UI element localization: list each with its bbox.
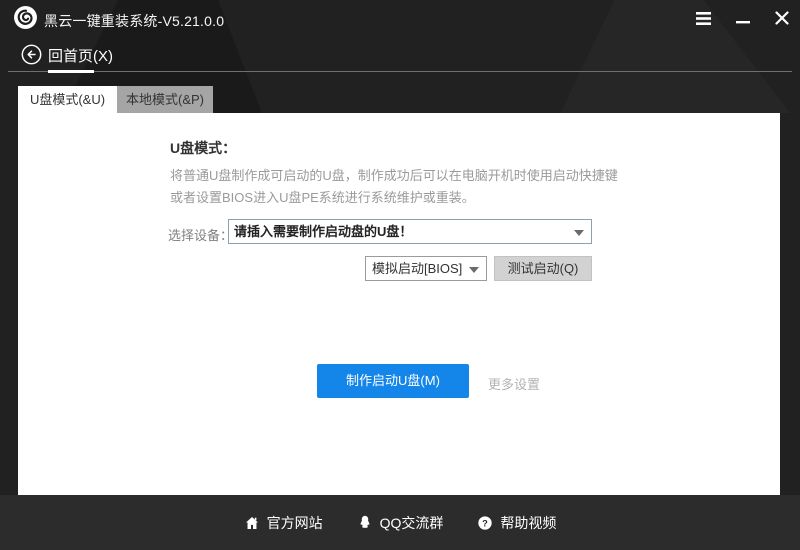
description-line-1: 将普通U盘制作成可启动的U盘，制作成功后可以在电脑开机时使用启动快捷键 <box>170 165 618 184</box>
official-website-label: 官方网站 <box>267 513 323 533</box>
qq-group-link[interactable]: QQ交流群 <box>357 513 444 533</box>
back-home-underline <box>48 70 94 73</box>
chevron-down-icon <box>574 230 584 236</box>
device-select-dropdown[interactable]: 请插入需要制作启动盘的U盘！ <box>228 219 592 244</box>
home-icon <box>244 515 260 531</box>
menu-icon[interactable] <box>692 7 714 29</box>
close-icon[interactable] <box>771 7 793 29</box>
back-home-button[interactable]: 回首页(X) <box>48 45 113 66</box>
header-divider <box>8 71 792 72</box>
content-panel: U盘模式： 将普通U盘制作成可启动的U盘，制作成功后可以在电脑开机时使用启动快捷… <box>18 113 780 495</box>
boot-mode-value: 模拟启动[BIOS] <box>372 261 462 276</box>
section-heading: U盘模式： <box>170 138 236 158</box>
boot-mode-dropdown[interactable]: 模拟启动[BIOS] <box>365 256 487 281</box>
official-website-link[interactable]: 官方网站 <box>244 513 323 533</box>
device-select-value: 请插入需要制作启动盘的U盘！ <box>234 224 412 239</box>
make-usb-button[interactable]: 制作启动U盘(M) <box>317 364 469 398</box>
tab-usb-mode[interactable]: U盘模式(&U) <box>18 86 117 113</box>
help-videos-label: 帮助视频 <box>500 513 556 533</box>
chevron-down-icon <box>469 267 479 273</box>
help-videos-link[interactable]: ? 帮助视频 <box>477 513 556 533</box>
device-select-label: 选择设备： <box>168 225 233 244</box>
tab-local-mode[interactable]: 本地模式(&P) <box>117 86 213 113</box>
footer-bar: 官方网站 QQ交流群 ? 帮助视频 <box>0 495 800 550</box>
qq-group-label: QQ交流群 <box>380 513 444 533</box>
help-icon: ? <box>477 515 493 531</box>
app-logo-icon <box>13 5 38 30</box>
test-boot-button[interactable]: 测试启动(Q) <box>494 256 592 281</box>
svg-text:?: ? <box>483 518 489 528</box>
minimize-icon[interactable] <box>732 7 754 29</box>
description-line-2: 或者设置BIOS进入U盘PE系统进行系统维护或重装。 <box>170 187 475 206</box>
qq-icon <box>357 514 373 531</box>
more-settings-link[interactable]: 更多设置 <box>488 374 540 393</box>
window-title: 黑云一键重装系统-V5.21.0.0 <box>44 11 224 31</box>
back-icon[interactable] <box>21 44 42 65</box>
